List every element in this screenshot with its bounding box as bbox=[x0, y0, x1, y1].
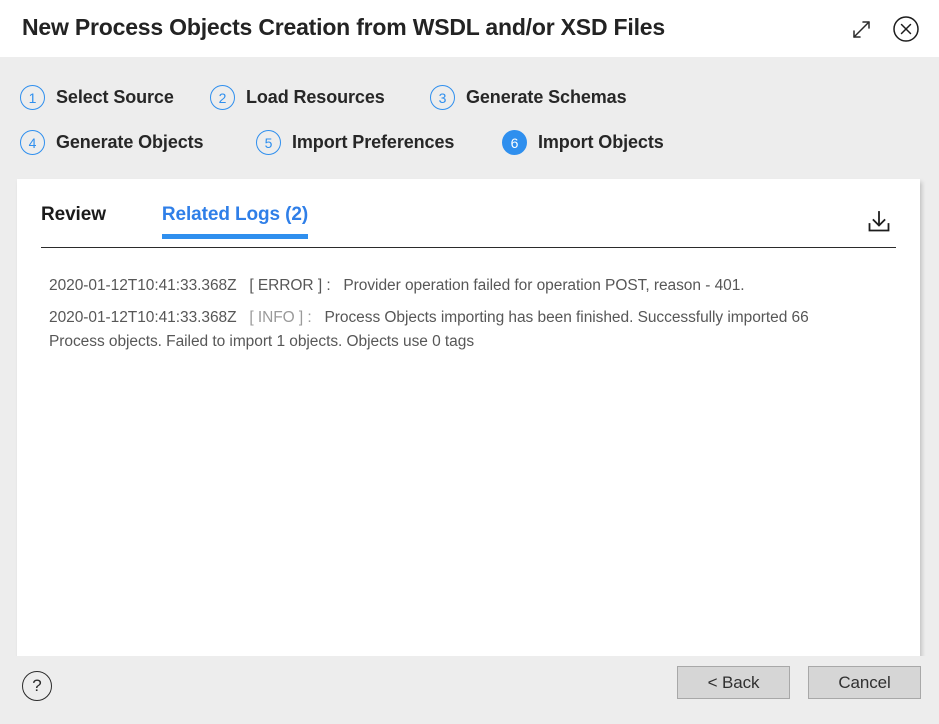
log-message: Provider operation failed for operation … bbox=[343, 277, 745, 294]
content-panel: Review Related Logs (2) 2020-01-12T10:41… bbox=[17, 179, 920, 656]
tab-bar-rule bbox=[41, 246, 896, 248]
log-timestamp: 2020-01-12T10:41:33.368Z bbox=[49, 277, 237, 294]
wizard-step-4-number: 4 bbox=[20, 130, 45, 155]
tab-related-logs[interactable]: Related Logs (2) bbox=[161, 204, 309, 239]
log-level: [ ERROR ] : bbox=[249, 277, 331, 294]
log-entry: 2020-01-12T10:41:33.368Z [ ERROR ] : Pro… bbox=[49, 274, 849, 298]
wizard-step-1-label: Select Source bbox=[56, 87, 174, 107]
wizard-steps-row-2: 4 Generate Objects 5 Import Preferences … bbox=[0, 120, 939, 165]
wizard-step-6[interactable]: 6 Import Objects bbox=[502, 130, 664, 155]
tab-review[interactable]: Review bbox=[41, 204, 106, 239]
wizard-step-1-number: 1 bbox=[20, 85, 45, 110]
help-icon[interactable]: ? bbox=[22, 671, 52, 701]
wizard-step-2-number: 2 bbox=[210, 85, 235, 110]
log-list: 2020-01-12T10:41:33.368Z [ ERROR ] : Pro… bbox=[17, 248, 920, 354]
footer-button-group: < Back Cancel bbox=[677, 666, 921, 699]
wizard-steps-row-1: 1 Select Source 2 Load Resources 3 Gener… bbox=[0, 75, 939, 120]
wizard-dialog: New Process Objects Creation from WSDL a… bbox=[0, 0, 939, 724]
dialog-title: New Process Objects Creation from WSDL a… bbox=[22, 14, 665, 40]
expand-diagonal-icon[interactable] bbox=[847, 14, 877, 44]
wizard-step-2[interactable]: 2 Load Resources bbox=[210, 85, 430, 110]
window-controls bbox=[847, 14, 921, 44]
wizard-step-5-label: Import Preferences bbox=[292, 132, 455, 152]
wizard-step-5[interactable]: 5 Import Preferences bbox=[256, 130, 502, 155]
close-circle-icon[interactable] bbox=[891, 14, 921, 44]
wizard-step-4[interactable]: 4 Generate Objects bbox=[20, 130, 256, 155]
wizard-step-3-label: Generate Schemas bbox=[466, 87, 627, 107]
download-icon[interactable] bbox=[862, 206, 896, 238]
log-timestamp: 2020-01-12T10:41:33.368Z bbox=[49, 309, 237, 326]
dialog-footer: ? < Back Cancel bbox=[0, 656, 939, 724]
back-button[interactable]: < Back bbox=[677, 666, 790, 699]
wizard-step-6-number: 6 bbox=[502, 130, 527, 155]
dialog-titlebar: New Process Objects Creation from WSDL a… bbox=[0, 0, 939, 57]
wizard-step-3[interactable]: 3 Generate Schemas bbox=[430, 85, 627, 110]
wizard-step-2-label: Load Resources bbox=[246, 87, 385, 107]
log-level: [ INFO ] : bbox=[249, 309, 312, 326]
wizard-step-4-label: Generate Objects bbox=[56, 132, 204, 152]
wizard-steps: 1 Select Source 2 Load Resources 3 Gener… bbox=[0, 57, 939, 165]
tab-bar: Review Related Logs (2) bbox=[41, 204, 896, 248]
cancel-button[interactable]: Cancel bbox=[808, 666, 921, 699]
wizard-step-5-number: 5 bbox=[256, 130, 281, 155]
wizard-step-6-label: Import Objects bbox=[538, 132, 664, 152]
log-entry: 2020-01-12T10:41:33.368Z [ INFO ] : Proc… bbox=[49, 306, 849, 354]
wizard-step-1[interactable]: 1 Select Source bbox=[20, 85, 210, 110]
wizard-step-3-number: 3 bbox=[430, 85, 455, 110]
